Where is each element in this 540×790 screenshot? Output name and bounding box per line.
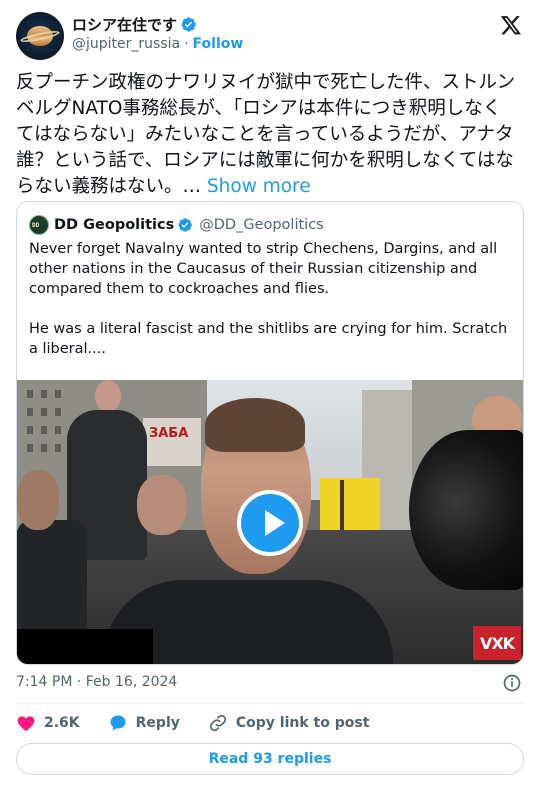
verified-badge-icon [181, 17, 196, 32]
video-person [17, 470, 59, 530]
follow-button[interactable]: Follow [193, 36, 244, 52]
tweet-card: ロシア在住です @jupiter_russia · Follow 反プーチン政権… [0, 0, 540, 790]
author-avatar[interactable] [16, 12, 64, 60]
author-name-row: ロシア在住です [72, 14, 197, 35]
heart-icon [17, 716, 35, 731]
video-watermark: VXK [473, 626, 521, 660]
like-count: 2.6K [44, 715, 80, 731]
copy-link-label: Copy link to post [235, 715, 370, 731]
show-more-link[interactable]: Show more [207, 176, 311, 197]
tweet-header: ロシア在住です @jupiter_russia · Follow [16, 12, 524, 62]
tweet-timestamp[interactable]: 7:14 PM · Feb 16, 2024 [16, 674, 177, 690]
quote-text: Never forget Navalny wanted to strip Che… [29, 239, 513, 379]
like-button[interactable]: 2.6K [16, 713, 80, 733]
reply-label: Reply [135, 715, 180, 731]
quote-author-name[interactable]: DD Geopolitics [54, 217, 174, 233]
play-button[interactable] [237, 490, 303, 556]
author-display-name[interactable]: ロシア在住です [72, 14, 177, 35]
quote-paragraph: He was a literal fascist and the shitlib… [29, 321, 508, 357]
video-camera-lens [409, 430, 523, 590]
link-icon [209, 714, 226, 732]
video-main-person-hair [205, 398, 305, 452]
video-billboard [320, 478, 380, 538]
divider [16, 703, 524, 704]
video-person [137, 475, 187, 535]
reply-bubble-icon [110, 715, 126, 731]
separator-dot: · [184, 36, 189, 52]
read-replies-button[interactable]: Read 93 replies [16, 743, 524, 775]
video-black-bar [17, 629, 153, 664]
video-thumbnail[interactable]: ЗАБА VXK [17, 380, 523, 664]
play-icon [265, 510, 285, 536]
quoted-tweet[interactable]: DD DD Geopolitics @DD_Geopolitics Never … [16, 201, 524, 665]
tweet-body: 反プーチン政権のナワリヌイが獄中で死亡した件、ストルンベルグNATO事務総長が、… [16, 70, 516, 200]
quote-author-handle[interactable]: @DD_Geopolitics [199, 217, 323, 233]
action-bar: 2.6K Reply Copy link to post [16, 712, 397, 734]
author-handle[interactable]: @jupiter_russia [72, 36, 180, 52]
author-handle-row: @jupiter_russia · Follow [72, 36, 243, 52]
reply-button[interactable]: Reply [108, 713, 180, 733]
quote-author-avatar[interactable]: DD [29, 215, 49, 235]
quote-paragraph: Never forget Navalny wanted to strip Che… [29, 241, 498, 297]
store-sign-text: ЗАБА [149, 426, 189, 441]
quote-header: DD DD Geopolitics @DD_Geopolitics [29, 214, 324, 236]
info-icon[interactable] [502, 673, 522, 693]
verified-badge-icon [178, 218, 193, 232]
x-logo-icon[interactable] [500, 14, 522, 36]
copy-link-button[interactable]: Copy link to post [208, 713, 370, 733]
video-person [95, 380, 121, 412]
video-store-sign: ЗАБА [143, 418, 201, 466]
quote-avatar-mark: DD [32, 222, 40, 229]
